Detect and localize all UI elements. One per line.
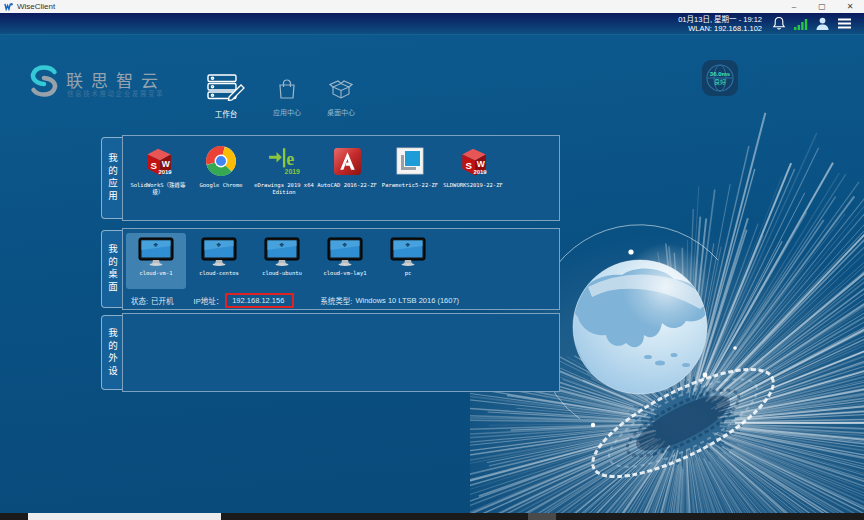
- app-label: SLDWORKS2019-22-ZF: [443, 182, 503, 189]
- taskbar-item[interactable]: [528, 513, 556, 520]
- solidworks-icon: S W 2019: [457, 146, 489, 176]
- taskbar-app-segment[interactable]: [28, 513, 221, 520]
- svg-text:2019: 2019: [159, 169, 173, 175]
- ip-label: IP地址：: [194, 295, 224, 306]
- section-my-apps: 我的应用 S W 2019 SolidWorkS（珠峰等 级） Google C…: [95, 135, 560, 221]
- latency-status: 良好: [714, 77, 726, 86]
- tab-workbench[interactable]: 工作台: [203, 73, 249, 119]
- desktop-item[interactable]: ❖ cloud-vm-1: [126, 233, 186, 289]
- edrawings-icon: e 2019: [268, 146, 300, 176]
- desktop-center-icon: [329, 78, 353, 100]
- brand-tagline: 信息技术推动企业发展变革: [67, 88, 164, 98]
- brand-logo: 联思智云 信息技术推动企业发展变革: [26, 63, 62, 103]
- svg-text:❖: ❖: [342, 241, 347, 248]
- app-center-icon: [276, 78, 298, 100]
- section-my-peripherals: 我的外设: [95, 313, 560, 392]
- section-my-desktops-panel: 状态: 已开机 IP地址： 192.168.12.156 系统类型: Windo…: [122, 228, 560, 310]
- tab-app-center[interactable]: 应用中心: [264, 78, 310, 117]
- user-icon[interactable]: [814, 15, 831, 32]
- app-item[interactable]: S W 2019 SLDWORKS2019-22-ZF: [442, 146, 504, 189]
- section-my-apps-tab[interactable]: 我的应用: [101, 137, 122, 219]
- svg-text:❖: ❖: [279, 241, 284, 248]
- window-title: WiseClient: [17, 2, 55, 11]
- svg-text:W: W: [162, 159, 171, 169]
- section-my-peripherals-panel: [122, 313, 560, 392]
- solidworks-icon: S W 2019: [142, 146, 174, 176]
- desktop-item[interactable]: ❖ cloud-centos: [189, 233, 249, 289]
- tab-app-center-label: 应用中心: [264, 107, 310, 117]
- minimize-button[interactable]: –: [780, 0, 808, 13]
- liansi-logo-icon: [26, 63, 62, 99]
- desktop-label: cloud-ubuntu: [262, 270, 302, 276]
- svg-text:S: S: [151, 160, 158, 171]
- desktop-item[interactable]: ❖ cloud-ubuntu: [252, 233, 312, 289]
- signal-strength-icon[interactable]: [792, 15, 809, 32]
- wiseclient-logo-icon: [4, 2, 13, 11]
- virtual-desktop-icon: ❖: [389, 237, 427, 267]
- ip-value: 192.168.12.156: [232, 296, 284, 305]
- desktop-label: pc: [405, 270, 412, 276]
- section-my-desktops: 我的桌面 状态: 已开机 IP地址： 192.168.12.156 系统类型: …: [95, 228, 560, 310]
- tab-desktop-center[interactable]: 桌面中心: [318, 78, 364, 117]
- desktop-label: cloud-vm-lay1: [323, 270, 366, 276]
- close-button[interactable]: ✕: [836, 0, 864, 13]
- tab-desktop-center-label: 桌面中心: [318, 107, 364, 117]
- app-label: Google Chrome: [199, 182, 242, 189]
- app-label: Parametric5-22-ZF: [382, 182, 438, 189]
- svg-text:S: S: [466, 160, 473, 171]
- maximize-button[interactable]: ▢: [808, 0, 836, 13]
- virtual-desktop-icon: ❖: [137, 237, 175, 267]
- section-my-desktops-tab[interactable]: 我的桌面: [101, 230, 122, 308]
- chrome-icon: [205, 146, 237, 176]
- virtual-desktop-icon: ❖: [326, 237, 364, 267]
- status-label: 状态:: [131, 295, 148, 306]
- status-value: 已开机: [151, 295, 174, 306]
- app-item[interactable]: S W 2019 SolidWorkS（珠峰等 级）: [127, 146, 189, 195]
- menu-icon[interactable]: [836, 15, 853, 32]
- desktop-status-line: 状态: 已开机 IP地址： 192.168.12.156 系统类型: Windo…: [123, 291, 559, 309]
- virtual-desktop-icon: ❖: [200, 237, 238, 267]
- workbench-icon: [205, 73, 247, 101]
- windows-taskbar[interactable]: [0, 513, 864, 520]
- tab-workbench-label: 工作台: [203, 108, 249, 119]
- app-item[interactable]: Parametric5-22-ZF: [379, 146, 441, 189]
- section-my-peripherals-tab[interactable]: 我的外设: [101, 315, 122, 390]
- ip-highlight-box: 192.168.12.156: [225, 293, 294, 308]
- datetime-text: 01月13日, 星期一 - 19:12: [678, 15, 762, 24]
- wlan-text: WLAN: 192.168.1.102: [678, 24, 762, 33]
- app-label: eDrawings 2019 x64 Edition: [254, 182, 314, 195]
- desktop-label: cloud-vm-1: [139, 270, 172, 276]
- app-item[interactable]: Google Chrome: [190, 146, 252, 189]
- svg-text:W: W: [477, 159, 486, 169]
- desktop-item[interactable]: ❖ cloud-vm-lay1: [315, 233, 375, 289]
- creo-icon: [394, 146, 426, 176]
- window-titlebar: WiseClient – ▢ ✕: [0, 0, 864, 13]
- section-my-apps-panel: S W 2019 SolidWorkS（珠峰等 级） Google Chrome…: [122, 135, 560, 221]
- notification-bell-icon[interactable]: [770, 15, 787, 32]
- svg-text:2019: 2019: [474, 169, 488, 175]
- app-item[interactable]: AutoCAD 2016-22-ZF: [316, 146, 378, 189]
- autocad-icon: [331, 146, 363, 176]
- virtual-desktop-icon: ❖: [263, 237, 301, 267]
- os-label: 系统类型:: [320, 295, 352, 306]
- svg-text:❖: ❖: [405, 241, 410, 248]
- svg-text:2019: 2019: [285, 168, 300, 175]
- main-area: 联思智云 信息技术推动企业发展变革 工作台: [0, 35, 864, 513]
- status-bar: 01月13日, 星期一 - 19:12 WLAN: 192.168.1.102: [0, 13, 864, 35]
- os-value: Windows 10 LTSB 2016 (1607): [355, 296, 459, 305]
- latency-badge[interactable]: 36.0ms 良好: [702, 60, 738, 96]
- svg-text:❖: ❖: [216, 241, 221, 248]
- desktop-label: cloud-centos: [199, 270, 239, 276]
- app-item[interactable]: e 2019 eDrawings 2019 x64 Edition: [253, 146, 315, 195]
- app-label: AutoCAD 2016-22-ZF: [317, 182, 377, 189]
- svg-text:e: e: [286, 149, 294, 169]
- svg-text:❖: ❖: [153, 241, 158, 248]
- desktop-item[interactable]: ❖ pc: [378, 233, 438, 289]
- app-label: SolidWorkS（珠峰等 级）: [130, 182, 185, 195]
